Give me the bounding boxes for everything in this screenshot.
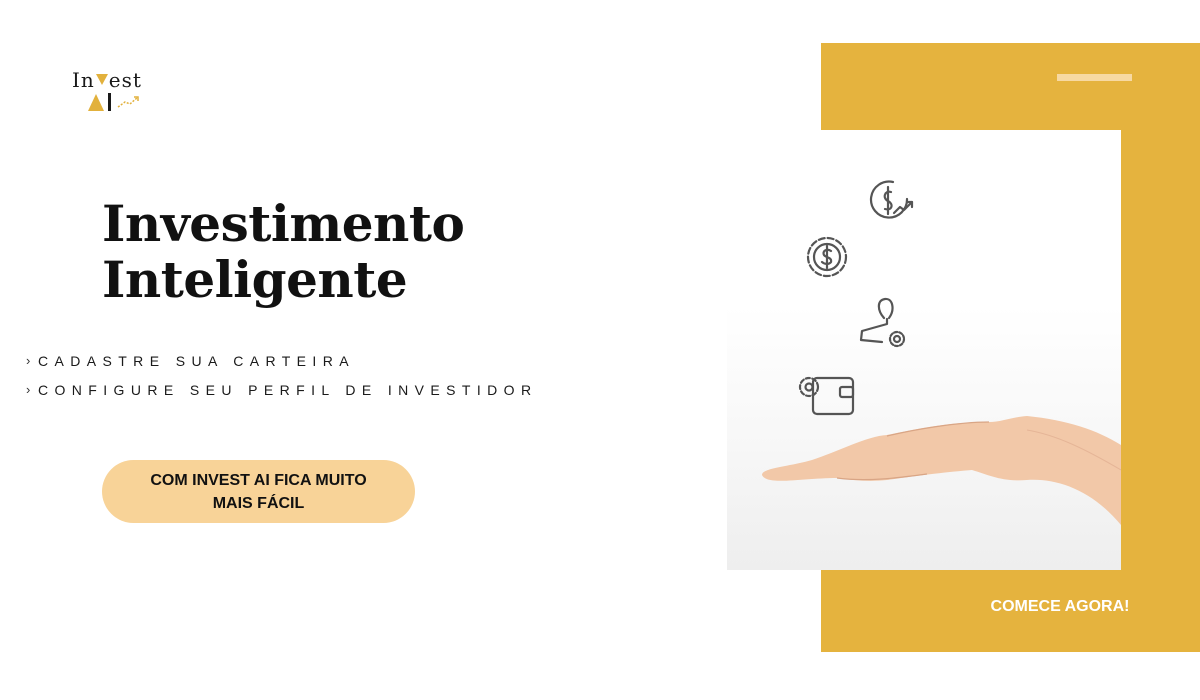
hero-title: Investimento Inteligente bbox=[102, 194, 465, 309]
hero-title-line2: Inteligente bbox=[102, 250, 408, 309]
hand-illustration bbox=[727, 130, 1121, 570]
logo-triangle-icon bbox=[95, 74, 108, 85]
hand-with-icons-image bbox=[762, 180, 1121, 525]
investor-settings-icon bbox=[859, 297, 906, 348]
step-item: › CADASTRE SUA CARTEIRA bbox=[26, 346, 537, 375]
step-label: CADASTRE SUA CARTEIRA bbox=[38, 352, 355, 369]
step-item: › CONFIGURE SEU PERFIL DE INVESTIDOR bbox=[26, 375, 537, 404]
hero-title-line1: Investimento bbox=[102, 194, 465, 253]
logo-ai-mark-icon bbox=[88, 93, 139, 111]
logo-wordmark: In est bbox=[72, 68, 142, 92]
cta-button[interactable]: COM INVEST AI FICA MUITO MAIS FÁCIL bbox=[102, 460, 415, 523]
dollar-growth-icon bbox=[869, 180, 914, 219]
start-now-link[interactable]: COMECE AGORA! bbox=[970, 598, 1150, 616]
dollar-gear-icon bbox=[806, 236, 848, 278]
gold-accent-dash bbox=[1057, 74, 1132, 81]
brand-logo[interactable]: In est bbox=[72, 68, 154, 116]
open-hand-icon bbox=[762, 416, 1121, 525]
steps-list: › CADASTRE SUA CARTEIRA › CONFIGURE SEU … bbox=[26, 346, 537, 404]
chevron-right-icon: › bbox=[26, 353, 31, 368]
wallet-settings-icon bbox=[798, 376, 855, 416]
chevron-right-icon: › bbox=[26, 382, 31, 397]
step-label: CONFIGURE SEU PERFIL DE INVESTIDOR bbox=[38, 381, 538, 398]
